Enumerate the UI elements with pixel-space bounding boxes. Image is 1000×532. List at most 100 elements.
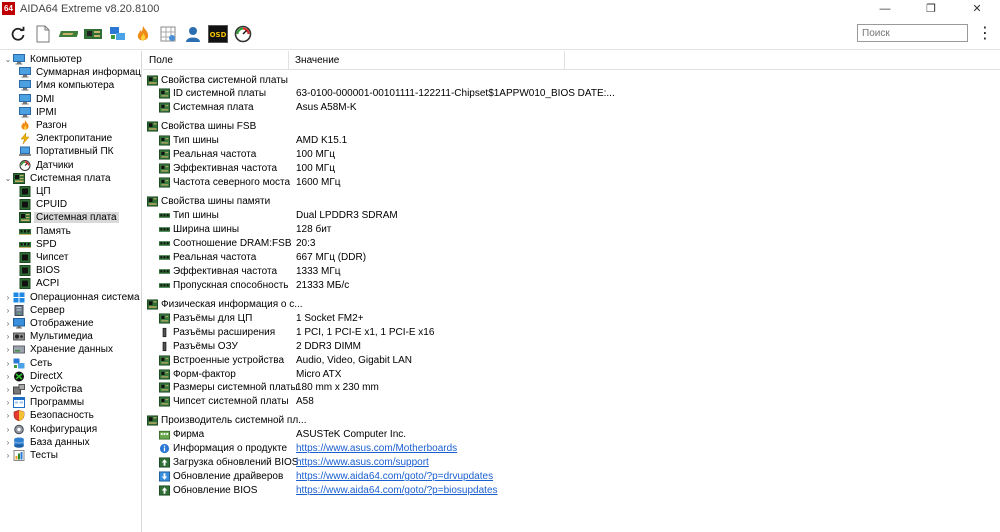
tree-item[interactable]: ACPI: [18, 277, 61, 290]
tree-item-label: Датчики: [36, 159, 74, 171]
tree-item[interactable]: › Тесты: [4, 449, 60, 462]
tree-item[interactable]: ЦП: [18, 185, 53, 198]
expand-chevron-icon[interactable]: ›: [4, 357, 12, 370]
expand-chevron-icon[interactable]: ›: [4, 396, 12, 409]
value-link[interactable]: https://www.asus.com/Motherboards: [296, 443, 457, 454]
expand-chevron-icon[interactable]: ›: [4, 317, 12, 330]
close-button[interactable]: ✕: [954, 0, 1000, 17]
report-button[interactable]: [31, 22, 55, 46]
list-row[interactable]: Обновление драйверов https://www.aida64.c…: [159, 470, 859, 484]
benchmark-button[interactable]: [156, 22, 180, 46]
collapse-chevron-icon[interactable]: ⌄: [4, 172, 12, 185]
tree-item[interactable]: BIOS: [18, 264, 62, 277]
list-row[interactable]: Реальная частота 667 МГц (DDR): [159, 250, 859, 264]
list-row[interactable]: Загрузка обновлений BIOS https://www.asus…: [159, 456, 859, 470]
tree-item[interactable]: › Мультимедиа: [4, 330, 95, 343]
tree-item[interactable]: › Сеть: [4, 357, 54, 370]
expand-chevron-icon[interactable]: ›: [4, 383, 12, 396]
tree-item[interactable]: Память: [18, 225, 73, 238]
tree-item[interactable]: ⌄ Системная плата: [4, 172, 113, 185]
list-row[interactable]: Пропускная способность 21333 МБ/с: [159, 278, 859, 292]
row-board-icon: [159, 88, 170, 99]
collapse-chevron-icon[interactable]: ⌄: [4, 53, 12, 66]
list-row[interactable]: Чипсет системной платы A58: [159, 395, 859, 409]
menu-button[interactable]: ⋮: [976, 23, 994, 43]
tree-item[interactable]: Системная плата: [18, 211, 119, 224]
list-row[interactable]: Обновление BIOS https://www.aida64.com/go…: [159, 484, 859, 498]
tree-item-label: Хранение данных: [30, 344, 113, 356]
list-row[interactable]: Эффективная частота 1333 МГц: [159, 264, 859, 278]
field-label: Разъёмы расширения: [173, 326, 276, 338]
list-row[interactable]: Ширина шины 128 бит: [159, 223, 859, 237]
network-button[interactable]: [106, 22, 130, 46]
tree-item[interactable]: ⌄ Компьютер: [4, 53, 84, 66]
tree-item[interactable]: › База данных: [4, 436, 92, 449]
column-value-header[interactable]: Значение: [289, 51, 565, 70]
list-row[interactable]: Размеры системной платы 180 mm x 230 mm: [159, 381, 859, 395]
list-row[interactable]: Встроенные устройства Audio, Video, Gigab…: [159, 353, 859, 367]
expand-chevron-icon[interactable]: ›: [4, 409, 12, 422]
tree-item[interactable]: IPMI: [18, 106, 59, 119]
tree-item[interactable]: Датчики: [18, 159, 75, 172]
value-link[interactable]: https://www.aida64.com/goto/?p=drvupdate…: [296, 471, 493, 482]
list-row[interactable]: Разъёмы расширения 1 PCI, 1 PCI-E x1, 1 P…: [159, 325, 859, 339]
tree-item[interactable]: › Безопасность: [4, 409, 96, 422]
field-label: Соотношение DRAM:FSB: [173, 237, 292, 249]
tree-item[interactable]: Чипсет: [18, 251, 70, 264]
tree-item[interactable]: › Программы: [4, 396, 86, 409]
tree-item[interactable]: Имя компьютера: [18, 79, 116, 92]
tree-item[interactable]: SPD: [18, 238, 59, 251]
list-row[interactable]: Системная плата Asus A58M-K: [159, 101, 859, 115]
maximize-button[interactable]: ❐: [908, 0, 954, 17]
motherboard-icon: [147, 299, 158, 310]
tree-item[interactable]: › DirectX: [4, 370, 65, 383]
list-row[interactable]: Форм-фактор Micro ATX: [159, 367, 859, 381]
sensors-button[interactable]: [231, 22, 255, 46]
expand-chevron-icon[interactable]: ›: [4, 449, 12, 462]
memory-module-button[interactable]: [56, 22, 80, 46]
search-input[interactable]: [857, 24, 968, 42]
list-row[interactable]: Соотношение DRAM:FSB 20:3: [159, 236, 859, 250]
tree-item[interactable]: › Отображение: [4, 317, 96, 330]
list-row[interactable]: Фирма ASUSTeK Computer Inc.: [159, 428, 859, 442]
tree-item[interactable]: Суммарная информация: [18, 66, 141, 79]
expand-chevron-icon[interactable]: ›: [4, 436, 12, 449]
tree-item[interactable]: › Устройства: [4, 383, 84, 396]
tree-item-label: Отображение: [30, 318, 94, 329]
tree-item[interactable]: Разгон: [18, 119, 69, 132]
list-row[interactable]: Разъёмы ОЗУ 2 DDR3 DIMM: [159, 339, 859, 353]
tree-item[interactable]: Портативный ПК: [18, 145, 115, 158]
expand-chevron-icon[interactable]: ›: [4, 370, 12, 383]
expand-chevron-icon[interactable]: ›: [4, 343, 12, 356]
list-row[interactable]: Тип шины AMD K15.1: [159, 134, 859, 148]
tree-item[interactable]: › Хранение данных: [4, 343, 115, 356]
refresh-button[interactable]: [6, 22, 30, 46]
expand-chevron-icon[interactable]: ›: [4, 304, 12, 317]
column-field-header[interactable]: Поле: [143, 51, 289, 70]
list-row[interactable]: Реальная частота 100 МГц: [159, 148, 859, 162]
list-row[interactable]: Информация о продукте https://www.asus.co…: [159, 442, 859, 456]
motherboard-button[interactable]: [81, 22, 105, 46]
osd-button[interactable]: OSD: [206, 22, 230, 46]
user-button[interactable]: [181, 22, 205, 46]
list-row[interactable]: Частота северного моста 1600 МГц: [159, 176, 859, 190]
list-row[interactable]: ID системной платы 63-0100-000001-0010111…: [159, 87, 859, 101]
expand-chevron-icon[interactable]: ›: [4, 330, 12, 343]
value-link[interactable]: https://www.asus.com/support: [296, 457, 429, 468]
tree-item[interactable]: › Конфигурация: [4, 423, 99, 436]
tree-item[interactable]: CPUID: [18, 198, 69, 211]
tree-item[interactable]: › Сервер: [4, 304, 67, 317]
tree-item[interactable]: Электропитание: [18, 132, 114, 145]
expand-chevron-icon[interactable]: ›: [4, 423, 12, 436]
list-row[interactable]: Эффективная частота 100 МГц: [159, 162, 859, 176]
tree-item[interactable]: › Операционная система: [4, 291, 141, 304]
expand-chevron-icon[interactable]: ›: [4, 291, 12, 304]
list-row[interactable]: Разъёмы для ЦП 1 Socket FM2+: [159, 311, 859, 325]
tree-item[interactable]: DMI: [18, 93, 56, 106]
overclock-button[interactable]: [131, 22, 155, 46]
motherboard-icon: [13, 172, 25, 184]
minimize-button[interactable]: —: [862, 0, 908, 17]
list-row[interactable]: Тип шины Dual LPDDR3 SDRAM: [159, 209, 859, 223]
field-value: 1 PCI, 1 PCI-E x1, 1 PCI-E x16: [296, 326, 435, 338]
value-link[interactable]: https://www.aida64.com/goto/?p=biosupdat…: [296, 485, 498, 496]
